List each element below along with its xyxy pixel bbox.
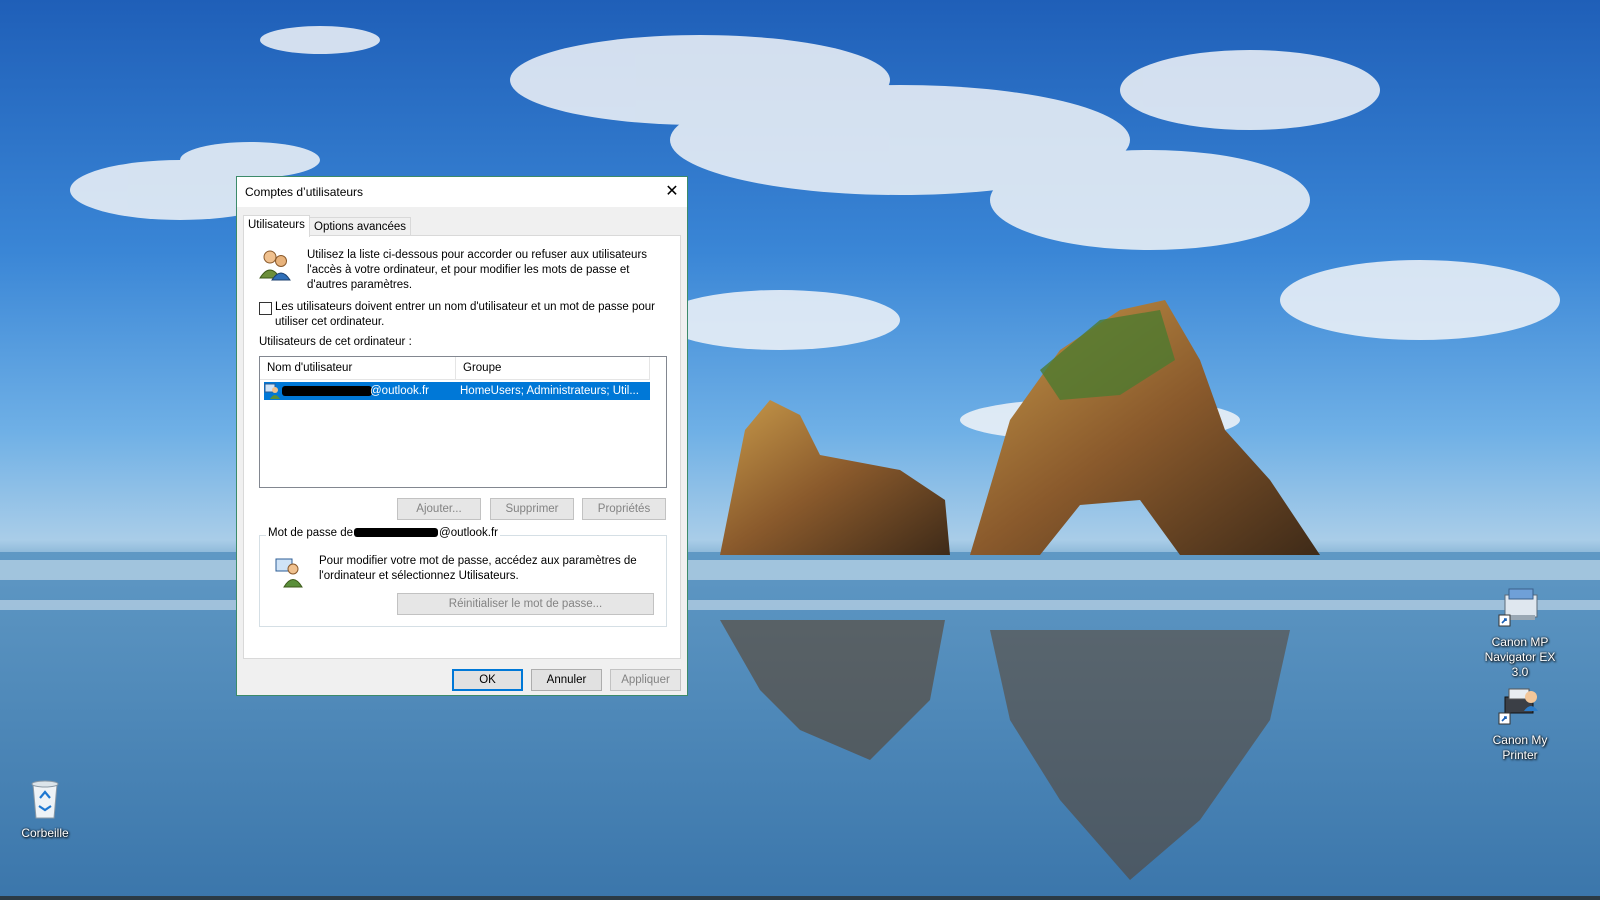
intro-text: Utilisez la liste ci-dessous pour accord… bbox=[307, 249, 648, 291]
desktop-icon-recycle-bin[interactable]: Corbeille bbox=[0, 776, 90, 841]
dialog-title: Comptes d’utilisateurs bbox=[245, 185, 364, 199]
scanner-shortcut-icon bbox=[1475, 585, 1565, 633]
desktop-icon-canon-mp-navigator[interactable]: Canon MP Navigator EX 3.0 bbox=[1475, 585, 1565, 680]
reset-password-button[interactable]: Réinitialiser le mot de passe... bbox=[397, 593, 654, 615]
require-login-label[interactable]: Les utilisateurs doivent entrer un nom d… bbox=[275, 300, 670, 330]
cancel-button[interactable]: Annuler bbox=[531, 669, 602, 691]
remove-user-button[interactable]: Supprimer bbox=[490, 498, 574, 520]
printer-shortcut-icon bbox=[1475, 683, 1565, 731]
tab-panel-users: Utilisez la liste ci-dessous pour accord… bbox=[243, 235, 681, 659]
table-row[interactable]: @outlook.fr HomeUsers; Administrateurs; … bbox=[264, 382, 650, 400]
recycle-bin-icon bbox=[0, 776, 90, 824]
add-user-button[interactable]: Ajouter... bbox=[397, 498, 481, 520]
user-accounts-dialog: Comptes d’utilisateurs ✕ Utilisateurs Op… bbox=[236, 176, 688, 696]
redacted-account-name bbox=[354, 528, 439, 538]
properties-button[interactable]: Propriétés bbox=[582, 498, 666, 520]
password-info-text: Pour modifier votre mot de passe, accéde… bbox=[319, 555, 637, 582]
listview-header: Nom d'utilisateur Groupe bbox=[260, 357, 650, 380]
user-password-icon bbox=[274, 556, 306, 591]
users-group-icon bbox=[258, 248, 292, 285]
desktop-icon-canon-my-printer[interactable]: Canon My Printer bbox=[1475, 683, 1565, 763]
close-button[interactable]: ✕ bbox=[657, 177, 687, 207]
password-group-legend: Mot de passe de @outlook.fr bbox=[266, 527, 501, 539]
users-listview[interactable]: Nom d'utilisateur Groupe @outlook.fr Hom… bbox=[259, 356, 667, 488]
row-username: @outlook.fr bbox=[370, 385, 429, 397]
column-header-username[interactable]: Nom d'utilisateur bbox=[260, 357, 456, 379]
ok-button[interactable]: OK bbox=[452, 669, 523, 691]
require-login-checkbox[interactable] bbox=[259, 302, 272, 315]
title-bar[interactable]: Comptes d’utilisateurs ✕ bbox=[237, 177, 687, 207]
close-icon: ✕ bbox=[665, 183, 679, 200]
apply-button[interactable]: Appliquer bbox=[610, 669, 681, 691]
users-list-label: Utilisateurs de cet ordinateur : bbox=[259, 336, 412, 348]
column-header-group[interactable]: Groupe bbox=[456, 357, 650, 379]
tab-utilisateurs[interactable]: Utilisateurs bbox=[243, 215, 310, 237]
row-group: HomeUsers; Administrateurs; Util... bbox=[460, 385, 639, 397]
tab-options-avancees[interactable]: Options avancées bbox=[309, 217, 412, 236]
taskbar-edge bbox=[0, 896, 1600, 900]
user-account-icon bbox=[264, 382, 282, 406]
